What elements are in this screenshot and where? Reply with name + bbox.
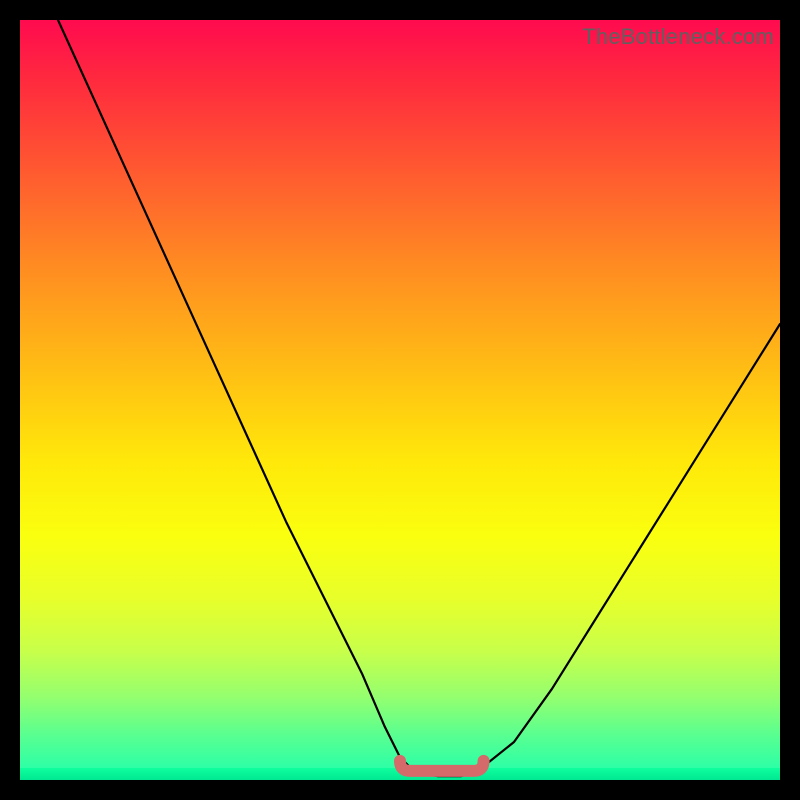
bottleneck-curve [58, 20, 780, 776]
curve-svg [20, 20, 780, 780]
plot-area: TheBottleneck.com [20, 20, 780, 780]
chart-stage: TheBottleneck.com [0, 0, 800, 800]
flat-region-marker [400, 761, 484, 771]
